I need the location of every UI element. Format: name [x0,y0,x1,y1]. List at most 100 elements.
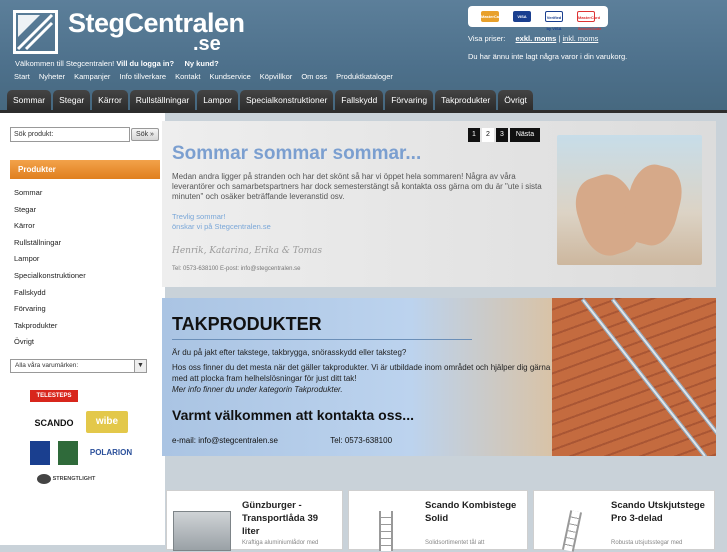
top-nav-nyheter[interactable]: Nyheter [39,72,65,81]
tab-rullstallningar[interactable]: Rullställningar [129,90,196,111]
top-nav-info-tillverkare[interactable]: Info tillverkare [119,72,166,81]
mastercard-icon: MasterCard [481,11,503,22]
brand-strengtlight-label: STRENGTLIGHT [52,476,96,482]
product-desc: Kraftiga aluminiumlådor med [242,540,319,546]
summer-text: Medan andra ligger på stranden och har d… [172,172,542,201]
new-customer-link[interactable]: Ny kund? [185,59,219,68]
product-desc: Solidsortimentet tål att [425,540,485,546]
top-nav-kundservice[interactable]: Kundservice [210,72,251,81]
price-excl-link[interactable]: exkl. moms [515,34,556,43]
category-sommar[interactable]: Sommar [14,188,86,205]
product-card[interactable]: Günzburger - Transportlåda 39 liter Kraf… [166,490,343,551]
site-header: StegCentralen .se Välkommen till Stegcen… [0,0,727,112]
tab-sommar[interactable]: Sommar [7,90,52,111]
product-desc: Robusta utsjutsstegar med [611,540,683,546]
summer-title: Sommar sommar sommar... [172,143,422,164]
main-tabs: Sommar Stegar Kärror Rullställningar Lam… [7,90,533,111]
ladder-image [379,511,393,551]
tab-takprodukter[interactable]: Takprodukter [435,90,497,111]
ladder-logo-icon [16,13,54,51]
pager-page-2[interactable]: 2 [482,128,494,142]
prices-label: Visa priser: [468,34,506,43]
top-nav: Start Nyheter Kampanjer Info tillverkare… [14,72,402,81]
roof-ladder-rail-1 [580,298,708,456]
brand-select-label: Alla våra varumärken: [15,362,79,369]
product-card[interactable]: Scando Kombistege Solid Solidsortimentet… [348,490,528,551]
extension-ladder-image [561,510,583,552]
brand-strengtlight-icon [36,473,51,484]
roof-ladder-rail-2 [610,298,716,456]
summer-banner[interactable]: Sommar sommar sommar... Medan andra ligg… [162,121,716,287]
logo-suffix[interactable]: .se [193,33,221,56]
product-title[interactable]: Günzburger - Transportlåda 39 liter [242,499,338,538]
roof-text-2: Hos oss finner du det mesta när det gäll… [172,363,551,383]
mastercard-securecode-icon: MasterCard SecureCode [577,11,601,31]
roof-welcome: Varmt välkommen att kontakta oss... [172,407,414,423]
logo-icon[interactable] [13,10,58,54]
brand-select[interactable]: Alla våra varumärken: ▼ [10,359,147,373]
search-button[interactable]: Sök » [131,128,159,141]
toolbox-image [173,511,231,551]
price-toggle: Visa priser: exkl. moms | inkl. moms [468,34,598,43]
tab-lampor[interactable]: Lampor [197,90,239,111]
top-nav-kampanjer[interactable]: Kampanjer [74,72,110,81]
roof-email: e-mail: info@stegcentralen.se [172,436,278,445]
brand-wibe[interactable]: wibe [86,411,128,433]
payment-cards: MasterCard VISA Verified by VISA MasterC… [468,6,608,31]
category-fallskydd[interactable]: Fallskydd [14,288,86,305]
tab-ovrigt[interactable]: Övrigt [498,90,533,111]
search-input[interactable]: Sök produkt: [10,127,130,142]
category-stegar[interactable]: Stegar [14,205,86,222]
summer-contact: Tel: 0573-638100 E-post: info@stegcentra… [172,266,301,272]
category-ovrigt[interactable]: Övrigt [14,337,86,354]
verified-by-visa-icon: Verified by VISA [545,11,563,31]
login-link[interactable]: Vill du logga in? [116,59,174,68]
tab-fallskydd[interactable]: Fallskydd [335,90,384,111]
tab-forvaring[interactable]: Förvaring [385,90,434,111]
category-karror[interactable]: Kärror [14,221,86,238]
summer-greeting: Trevlig sommar! önskar vi på Stegcentral… [172,212,271,232]
welcome-bar: Välkommen till Stegcentralen! Vill du lo… [15,59,219,68]
top-nav-produktkataloger[interactable]: Produktkataloger [336,72,393,81]
product-card[interactable]: Scando Utskjutstege Pro 3-delad Robusta … [533,490,715,552]
category-forvaring[interactable]: Förvaring [14,304,86,321]
roof-tiles-image [552,298,716,456]
brand-strengtlight[interactable]: STRENGTLIGHT [30,472,102,486]
beach-feet-image [557,135,702,265]
brand-telesteps[interactable]: TELESTEPS [30,390,78,402]
slider-pager: 1 2 3 Nästa [468,128,540,142]
product-title[interactable]: Scando Utskjutstege Pro 3-delad [611,499,711,525]
category-specialkonstruktioner[interactable]: Specialkonstruktioner [14,271,86,288]
product-title[interactable]: Scando Kombistege Solid [425,499,525,525]
top-nav-start[interactable]: Start [14,72,30,81]
top-nav-om-oss[interactable]: Om oss [301,72,327,81]
chevron-down-icon: ▼ [134,360,146,372]
top-nav-kontakt[interactable]: Kontakt [175,72,200,81]
category-lampor[interactable]: Lampor [14,254,86,271]
summer-greeting-line2: önskar vi på Stegcentralen.se [172,222,271,231]
category-rullstallningar[interactable]: Rullställningar [14,238,86,255]
category-takprodukter[interactable]: Takprodukter [14,321,86,338]
summer-greeting-line1: Trevlig sommar! [172,212,226,221]
pager-page-1[interactable]: 1 [468,128,480,142]
roof-title-rule [172,339,472,340]
category-list: Sommar Stegar Kärror Rullställningar Lam… [14,188,86,354]
summer-signature: Henrik, Katarina, Erika & Tomas [172,246,323,256]
brand-scando[interactable]: SCANDO [30,416,78,430]
top-nav-kopvillkor[interactable]: Köpvillkor [260,72,293,81]
pager-next[interactable]: Nästa [510,128,540,142]
tab-stegar[interactable]: Stegar [53,90,91,111]
visa-icon: VISA [513,11,531,22]
brand-box-logo-icon[interactable] [58,441,78,465]
roof-phone: Tel: 0573-638100 [330,436,393,445]
pager-page-3[interactable]: 3 [496,128,508,142]
tab-karror[interactable]: Kärror [92,90,128,111]
roof-text: Är du på jakt efter takstege, takbrygga,… [172,347,562,395]
tab-specialkonstruktioner[interactable]: Specialkonstruktioner [240,90,334,111]
cart-message: Du har ännu inte lagt några varor i din … [468,52,628,61]
brand-shield-logo-icon[interactable] [30,441,50,465]
roof-text-3: Mer info finner du under kategorin Takpr… [172,385,343,394]
roof-products-banner[interactable]: TAKPRODUKTER Är du på jakt efter taksteg… [162,298,716,456]
brand-polarion[interactable]: POLARION [82,446,140,460]
price-incl-link[interactable]: inkl. moms [562,34,598,43]
